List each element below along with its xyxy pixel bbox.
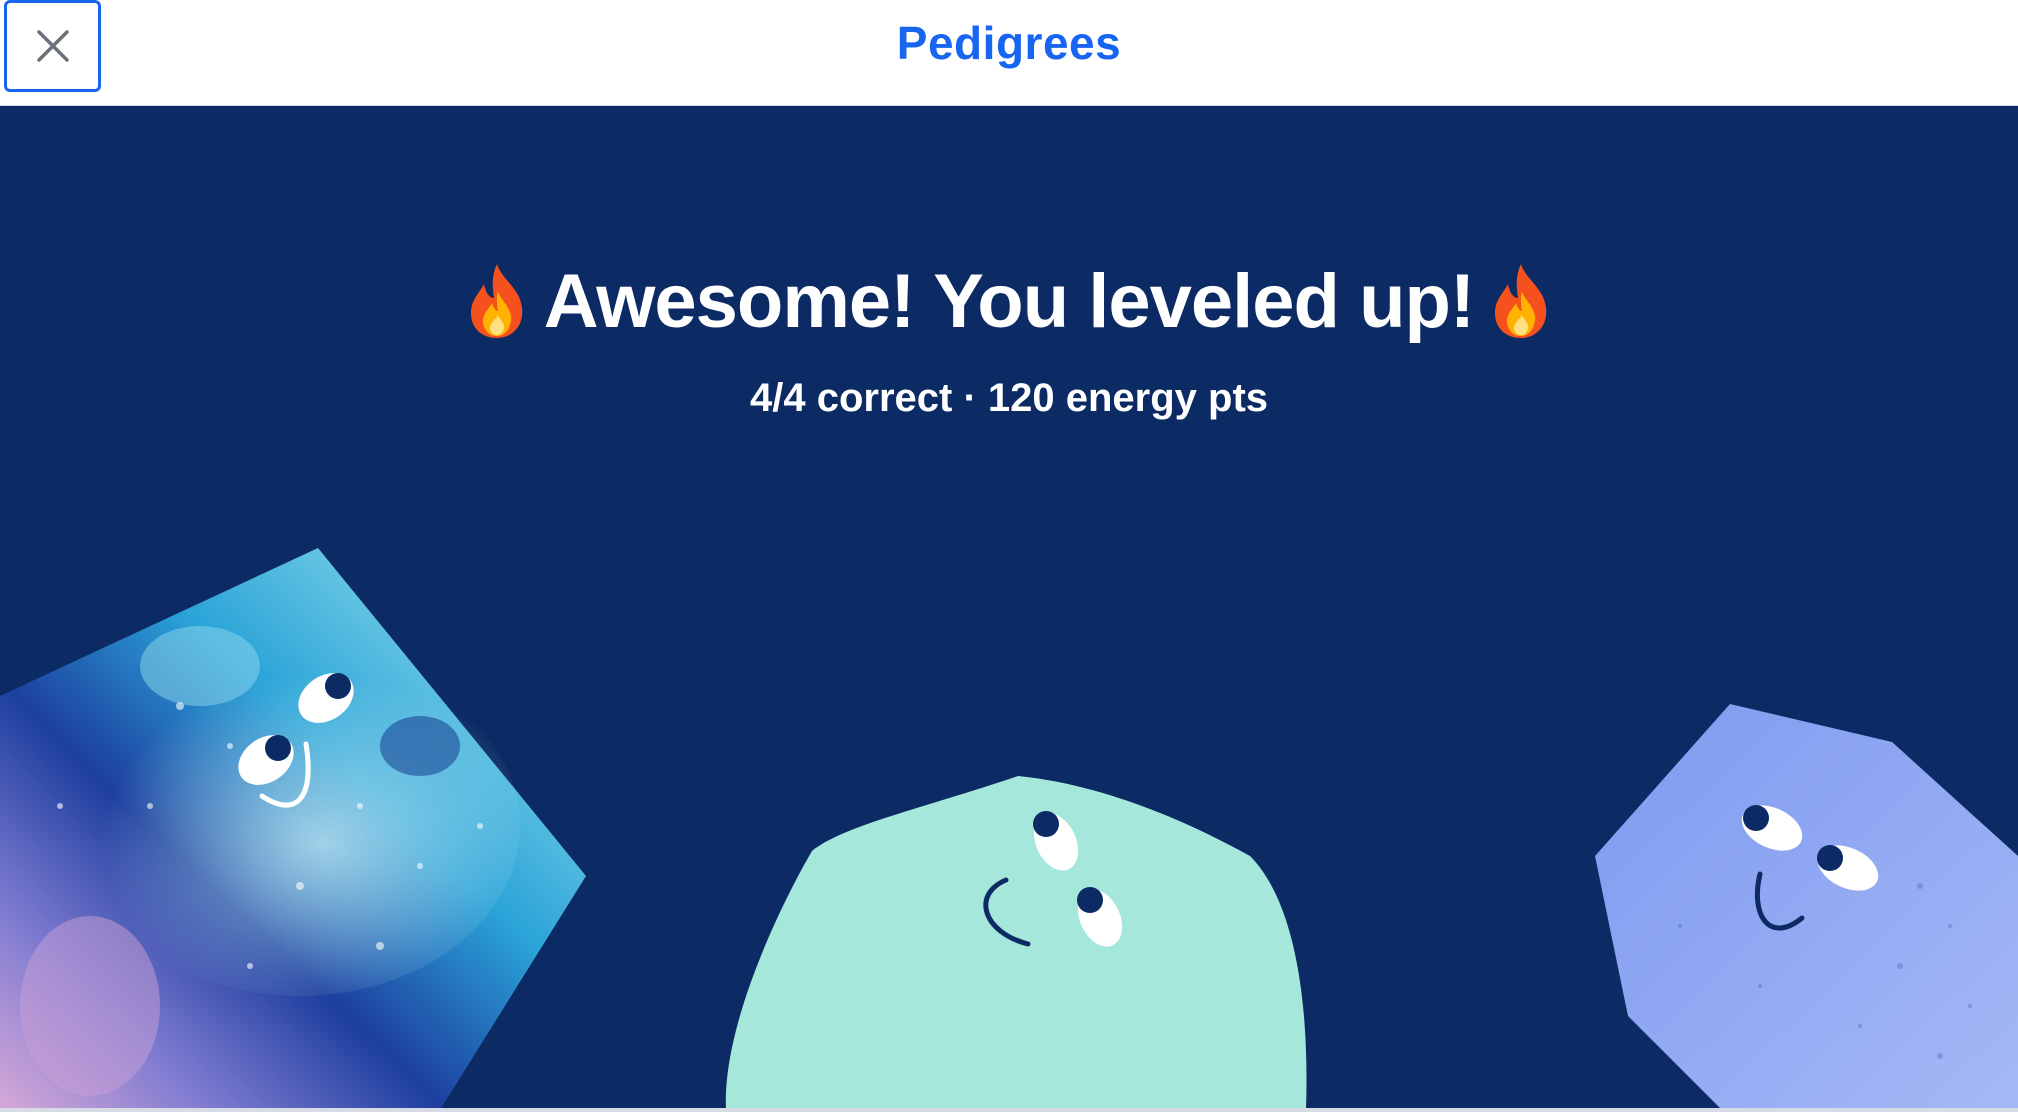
- bottom-divider: [0, 1108, 2018, 1112]
- page-title: Pedigrees: [896, 17, 1122, 69]
- periwinkle-character: [1595, 704, 2018, 1110]
- celebration-stage: Awesome! You leveled up! 4/4 correct · 1…: [0, 106, 2018, 1110]
- galaxy-character: [0, 548, 586, 1110]
- mint-character: [725, 776, 1307, 1110]
- top-bar: Pedigrees: [0, 0, 2018, 106]
- character-illustration: [0, 548, 2018, 1110]
